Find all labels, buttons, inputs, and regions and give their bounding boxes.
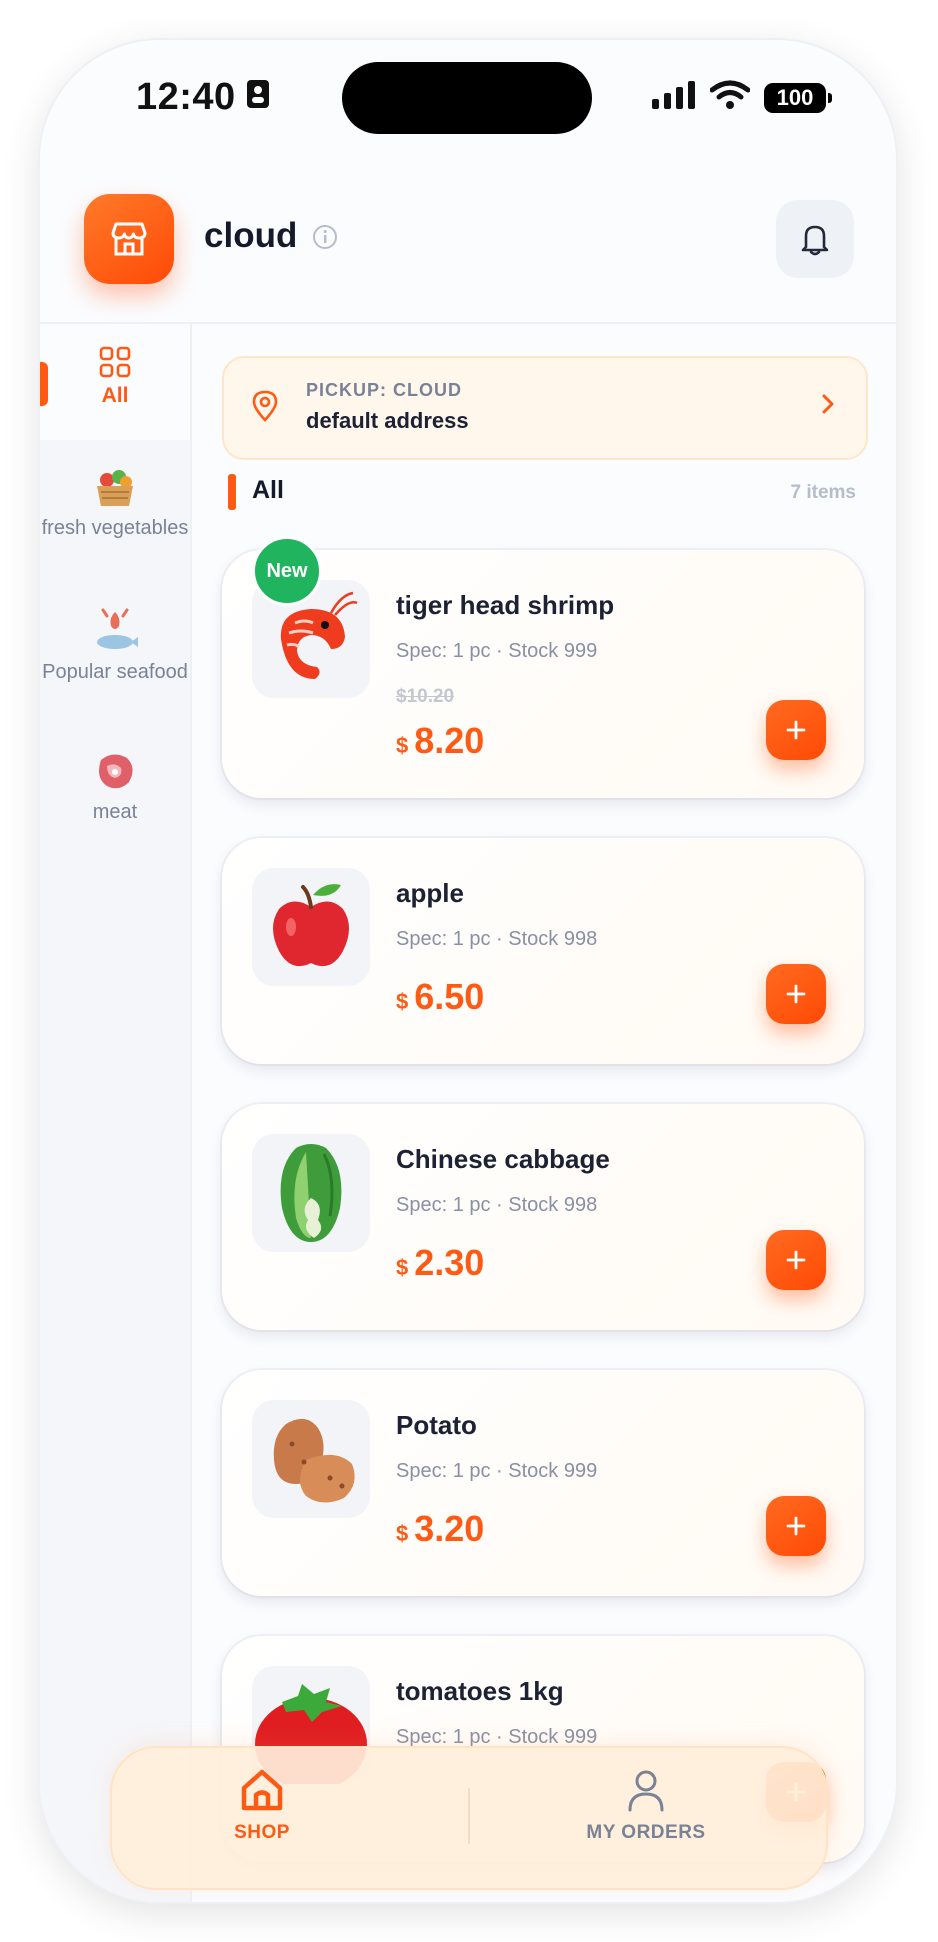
- sidebar-item-all[interactable]: All: [40, 324, 190, 440]
- product-spec: Spec: 1 pc · Stock 999: [396, 640, 598, 662]
- info-icon[interactable]: [312, 224, 338, 250]
- product-card[interactable]: New tiger head shrimp Spec: 1 pc · Stock…: [222, 536, 864, 798]
- product-spec: Spec: 1 pc · Stock 998: [396, 1194, 598, 1216]
- dynamic-island: [342, 62, 592, 134]
- add-to-cart-button[interactable]: [766, 1230, 826, 1290]
- location-pin-icon: [252, 390, 278, 427]
- sidebar-item-fresh-vegetables[interactable]: fresh vegetables: [40, 466, 190, 540]
- notifications-button[interactable]: [776, 200, 854, 278]
- nav-divider: [468, 1788, 470, 1844]
- vegetable-basket-icon: [97, 470, 133, 506]
- user-icon: [628, 1770, 664, 1812]
- store-name: cloud: [204, 216, 298, 255]
- nav-label: MY ORDERS: [586, 1822, 706, 1843]
- sidebar-item-label: All: [101, 384, 129, 407]
- product-spec: Spec: 1 pc · Stock 998: [396, 928, 598, 950]
- currency-symbol: $: [396, 989, 409, 1014]
- chevron-right-icon: [820, 392, 836, 421]
- time-label: 12:40: [136, 76, 236, 118]
- product-name: Chinese cabbage: [396, 1144, 610, 1174]
- product-price: $8.20: [396, 720, 484, 762]
- store-icon: [111, 222, 147, 256]
- currency-symbol: $: [396, 1521, 409, 1546]
- currency-symbol: $: [396, 733, 409, 758]
- price-value: 2.30: [414, 1242, 485, 1283]
- status-icons: 100: [652, 80, 832, 115]
- plus-icon: [786, 720, 806, 740]
- category-sidebar: All fresh vegetables Popular seafood mea…: [40, 324, 192, 1902]
- active-indicator: [40, 362, 48, 406]
- pickup-label: PICKUP: CLOUD: [306, 380, 462, 400]
- grid-icon: [99, 346, 131, 378]
- bell-icon: [801, 225, 829, 256]
- phone-screen: 12:40 100 cloud All fresh vegetables Pop…: [40, 40, 896, 1902]
- pickup-address: default address: [306, 408, 469, 433]
- sidebar-item-label: meat: [92, 801, 138, 823]
- product-price: $3.20: [396, 1508, 484, 1550]
- price-value: 3.20: [414, 1508, 485, 1549]
- product-price: $6.50: [396, 976, 484, 1018]
- plus-icon: [786, 1250, 806, 1270]
- product-card[interactable]: Chinese cabbage Spec: 1 pc · Stock 998 $…: [222, 1104, 864, 1330]
- battery-icon: 100: [764, 82, 832, 113]
- wifi-icon: [709, 80, 751, 115]
- product-card[interactable]: Potato Spec: 1 pc · Stock 999 $3.20: [222, 1370, 864, 1596]
- add-to-cart-button[interactable]: [766, 964, 826, 1024]
- nav-shop[interactable]: SHOP: [112, 1768, 412, 1844]
- add-to-cart-button[interactable]: [766, 700, 826, 760]
- original-price: $10.20: [396, 686, 455, 707]
- product-image: [252, 1134, 370, 1252]
- product-name: Potato: [396, 1410, 477, 1440]
- meat-icon: [99, 754, 133, 789]
- product-image: [252, 868, 370, 986]
- seafood-icon: [97, 608, 138, 649]
- potato-icon: [273, 1418, 355, 1503]
- product-spec: Spec: 1 pc · Stock 999: [396, 1460, 598, 1482]
- status-time: 12:40: [136, 76, 270, 119]
- product-name: apple: [396, 878, 464, 908]
- add-to-cart-button[interactable]: [766, 1496, 826, 1556]
- product-card[interactable]: apple Spec: 1 pc · Stock 998 $6.50: [222, 838, 864, 1064]
- sidebar-item-label: Popular seafood: [42, 661, 188, 683]
- battery-level: 100: [776, 84, 814, 110]
- plus-icon: [786, 984, 806, 1004]
- sidebar-item-meat[interactable]: meat: [40, 750, 190, 824]
- cabbage-icon: [280, 1144, 342, 1242]
- currency-symbol: $: [396, 1255, 409, 1280]
- product-name: tiger head shrimp: [396, 590, 615, 620]
- product-image: [252, 1400, 370, 1518]
- home-icon: [241, 1769, 283, 1811]
- bottom-navigation: SHOP MY ORDERS: [110, 1746, 828, 1890]
- apple-icon: [273, 884, 349, 967]
- store-logo: [84, 194, 174, 284]
- signal-icon: [652, 81, 696, 114]
- new-badge: New: [252, 536, 322, 606]
- price-value: 6.50: [414, 976, 485, 1017]
- section-indicator: [228, 474, 236, 510]
- id-card-icon: [246, 76, 270, 119]
- sidebar-item-label: fresh vegetables: [41, 517, 189, 539]
- product-name: tomatoes 1kg: [396, 1676, 564, 1706]
- nav-my-orders[interactable]: MY ORDERS: [496, 1768, 796, 1844]
- product-price: $2.30: [396, 1242, 484, 1284]
- item-count: 7 items: [790, 482, 856, 503]
- sidebar-item-popular-seafood[interactable]: Popular seafood: [40, 608, 190, 684]
- plus-icon: [786, 1516, 806, 1536]
- nav-label: SHOP: [234, 1822, 290, 1843]
- price-value: 8.20: [414, 720, 485, 761]
- section-title: All: [252, 476, 284, 504]
- pickup-banner[interactable]: PICKUP: CLOUD default address: [222, 356, 868, 460]
